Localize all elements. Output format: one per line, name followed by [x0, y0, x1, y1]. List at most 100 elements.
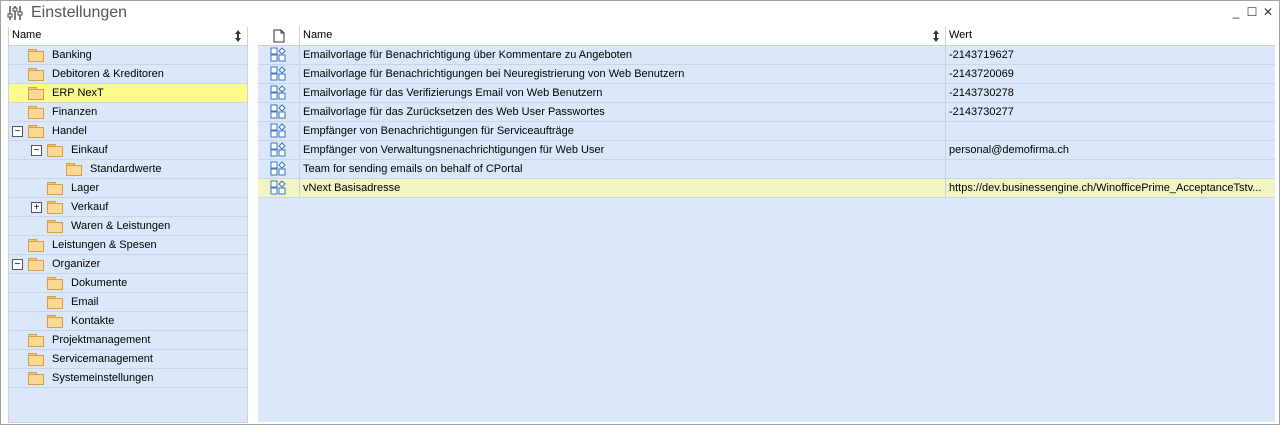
tree-item[interactable]: Systemeinstellungen: [9, 369, 247, 388]
close-icon[interactable]: ✕: [1261, 5, 1275, 19]
table-row[interactable]: Emailvorlage für Benachrichtigungen bei …: [258, 65, 1275, 84]
setting-value-cell[interactable]: personal@demofirma.ch: [949, 144, 1273, 156]
folder-icon: [47, 220, 63, 233]
collapse-icon[interactable]: −: [12, 259, 23, 270]
tree-item[interactable]: Dokumente: [9, 274, 247, 293]
setting-value-cell[interactable]: -2143719627: [949, 49, 1273, 61]
folder-icon: [47, 144, 63, 157]
tree-item[interactable]: − Einkauf: [9, 141, 247, 160]
title-bar: Einstellungen _ ☐ ✕: [1, 1, 1279, 25]
tree-item[interactable]: Servicemanagement: [9, 350, 247, 369]
tree-item-label: Einkauf: [71, 144, 108, 156]
document-icon: [273, 29, 285, 43]
folder-icon: [47, 182, 63, 195]
tree-item-label: Organizer: [52, 258, 101, 270]
folder-icon: [47, 315, 63, 328]
folder-icon: [47, 277, 63, 290]
tree-item[interactable]: Finanzen: [9, 103, 247, 122]
setting-name-cell[interactable]: Emailvorlage für Benachrichtigungen bei …: [303, 68, 943, 80]
setting-value-cell[interactable]: -2143730278: [949, 87, 1273, 99]
tree-item[interactable]: Waren & Leistungen: [9, 217, 247, 236]
tree-item-label: Leistungen & Spesen: [52, 239, 157, 251]
tree-item[interactable]: Standardwerte: [9, 160, 247, 179]
folder-icon: [47, 201, 63, 214]
tree-item[interactable]: Email: [9, 293, 247, 312]
column-header-value[interactable]: Wert: [949, 29, 972, 41]
setting-name-cell[interactable]: Team for sending emails on behalf of CPo…: [303, 163, 943, 175]
tree-header[interactable]: Name: [9, 27, 247, 46]
tree-item[interactable]: + Verkauf: [9, 198, 247, 217]
tree-item-label: Waren & Leistungen: [71, 220, 171, 232]
tree-item[interactable]: − Handel: [9, 122, 247, 141]
tree-item[interactable]: Leistungen & Spesen: [9, 236, 247, 255]
tree-item[interactable]: Lager: [9, 179, 247, 198]
setting-node-icon: [270, 47, 286, 63]
collapse-icon[interactable]: −: [12, 126, 23, 137]
setting-name-cell[interactable]: vNext Basisadresse: [303, 182, 943, 194]
table-row[interactable]: Emailvorlage für Benachrichtigung über K…: [258, 46, 1275, 65]
tree-item-label: Finanzen: [52, 106, 98, 118]
setting-value-cell[interactable]: -2143720069: [949, 68, 1273, 80]
tree-header-label: Name: [12, 29, 42, 41]
sort-icon[interactable]: [234, 29, 242, 43]
window-title: Einstellungen: [31, 4, 128, 21]
folder-icon: [28, 87, 44, 100]
maximize-icon[interactable]: ☐: [1245, 5, 1259, 19]
setting-value-cell[interactable]: https://dev.businessengine.ch/WinofficeP…: [949, 182, 1273, 194]
tree-item-label: Dokumente: [71, 277, 128, 289]
setting-name-cell[interactable]: Emailvorlage für das Zurücksetzen des We…: [303, 106, 943, 118]
table-row[interactable]: Emailvorlage für das Verifizierungs Emai…: [258, 84, 1275, 103]
setting-node-icon: [270, 66, 286, 82]
tree-item[interactable]: Debitoren & Kreditoren: [9, 65, 247, 84]
tree-item-label: Lager: [71, 182, 100, 194]
setting-name-cell[interactable]: Empfänger von Benachrichtigungen für Ser…: [303, 125, 943, 137]
collapse-icon[interactable]: −: [31, 145, 42, 156]
folder-icon: [28, 106, 44, 119]
tree-item[interactable]: Projektmanagement: [9, 331, 247, 350]
setting-node-icon: [270, 85, 286, 101]
setting-node-icon: [270, 142, 286, 158]
tree-item-label: ERP NexT: [52, 87, 104, 99]
tree-item-label: Standardwerte: [90, 163, 162, 175]
tree-item-label: Handel: [52, 125, 87, 137]
folder-icon: [28, 239, 44, 252]
setting-name-cell[interactable]: Emailvorlage für Benachrichtigung über K…: [303, 49, 943, 61]
settings-window: Einstellungen _ ☐ ✕ Name Banking Debitore…: [0, 0, 1280, 425]
folder-icon: [28, 49, 44, 62]
setting-node-icon: [270, 180, 286, 196]
tree-item-label: Banking: [52, 49, 92, 61]
setting-node-icon: [270, 123, 286, 139]
folder-icon: [28, 334, 44, 347]
grid-header: Name Wert: [258, 27, 1275, 46]
sort-icon[interactable]: [932, 29, 940, 43]
category-tree: Name Banking Debitoren & Kreditoren ERP Ne…: [8, 27, 248, 423]
table-row[interactable]: Emailvorlage für das Zurücksetzen des We…: [258, 103, 1275, 122]
folder-icon: [66, 163, 82, 176]
tree-item-label: Debitoren & Kreditoren: [52, 68, 164, 80]
tree-item-label: Verkauf: [71, 201, 109, 213]
setting-name-cell[interactable]: Emailvorlage für das Verifizierungs Emai…: [303, 87, 943, 99]
table-row[interactable]: vNext Basisadresse https://dev.businessen…: [258, 179, 1275, 198]
setting-node-icon: [270, 161, 286, 177]
minimize-icon[interactable]: _: [1229, 5, 1243, 19]
expand-icon[interactable]: +: [31, 202, 42, 213]
folder-icon: [28, 125, 44, 138]
folder-icon: [28, 353, 44, 366]
tree-item-label: Projektmanagement: [52, 334, 151, 346]
tree-item-label: Systemeinstellungen: [52, 372, 154, 384]
tree-item[interactable]: Banking: [9, 46, 247, 65]
folder-icon: [28, 68, 44, 81]
table-row[interactable]: Empfänger von Benachrichtigungen für Ser…: [258, 122, 1275, 141]
setting-name-cell[interactable]: Empfänger von Verwaltungsnenachrichtigun…: [303, 144, 943, 156]
setting-node-icon: [270, 104, 286, 120]
tree-item[interactable]: Kontakte: [9, 312, 247, 331]
tree-item[interactable]: − Organizer: [9, 255, 247, 274]
tree-item-label: Servicemanagement: [52, 353, 153, 365]
settings-grid: Name Wert Emailvorlage für Benachrichtig…: [258, 27, 1275, 422]
tree-item[interactable]: ERP NexT: [9, 84, 247, 103]
setting-value-cell[interactable]: -2143730277: [949, 106, 1273, 118]
table-row[interactable]: Team for sending emails on behalf of CPo…: [258, 160, 1275, 179]
table-row[interactable]: Empfänger von Verwaltungsnenachrichtigun…: [258, 141, 1275, 160]
folder-icon: [47, 296, 63, 309]
column-header-name[interactable]: Name: [303, 29, 332, 41]
